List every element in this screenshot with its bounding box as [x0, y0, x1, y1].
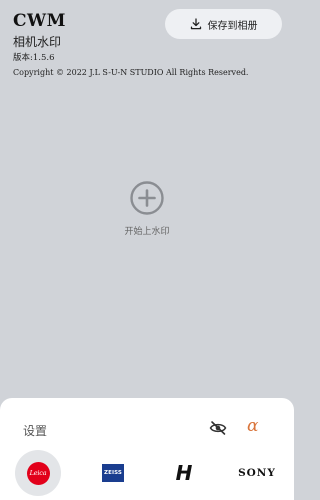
hasselblad-logo-icon: H	[175, 461, 193, 485]
brand-hasselblad[interactable]: H	[155, 450, 213, 496]
brand-selector: Leica ZEISS H SONY	[0, 450, 294, 496]
brand-leica-selected-bg: Leica	[15, 450, 61, 496]
brand-sony[interactable]: SONY	[228, 450, 286, 496]
sony-alpha-icon[interactable]: α	[247, 416, 258, 436]
settings-row: 设置 α	[0, 398, 294, 448]
app-copyright: Copyright © 2022 J.L S-U-N STUDIO All Ri…	[13, 68, 249, 77]
download-icon	[190, 18, 202, 30]
brand-leica[interactable]: Leica	[9, 450, 67, 496]
start-watermark-label: 开始上水印	[124, 227, 170, 237]
sony-logo-icon: SONY	[238, 467, 276, 479]
start-watermark-area[interactable]: 开始上水印	[0, 180, 294, 237]
save-to-album-button[interactable]: 保存到相册	[165, 9, 282, 39]
plus-circle-icon	[130, 181, 164, 215]
leica-logo-icon: Leica	[26, 461, 50, 485]
settings-label[interactable]: 设置	[23, 422, 47, 439]
eye-off-icon[interactable]	[209, 420, 227, 436]
brand-zeiss[interactable]: ZEISS	[84, 450, 142, 496]
app-version: 版本:1.5.6	[13, 53, 55, 63]
bottom-panel: 设置 α Leica ZEISS H SONY	[0, 398, 294, 500]
save-button-label: 保存到相册	[207, 20, 258, 32]
zeiss-logo-icon: ZEISS	[102, 464, 124, 482]
